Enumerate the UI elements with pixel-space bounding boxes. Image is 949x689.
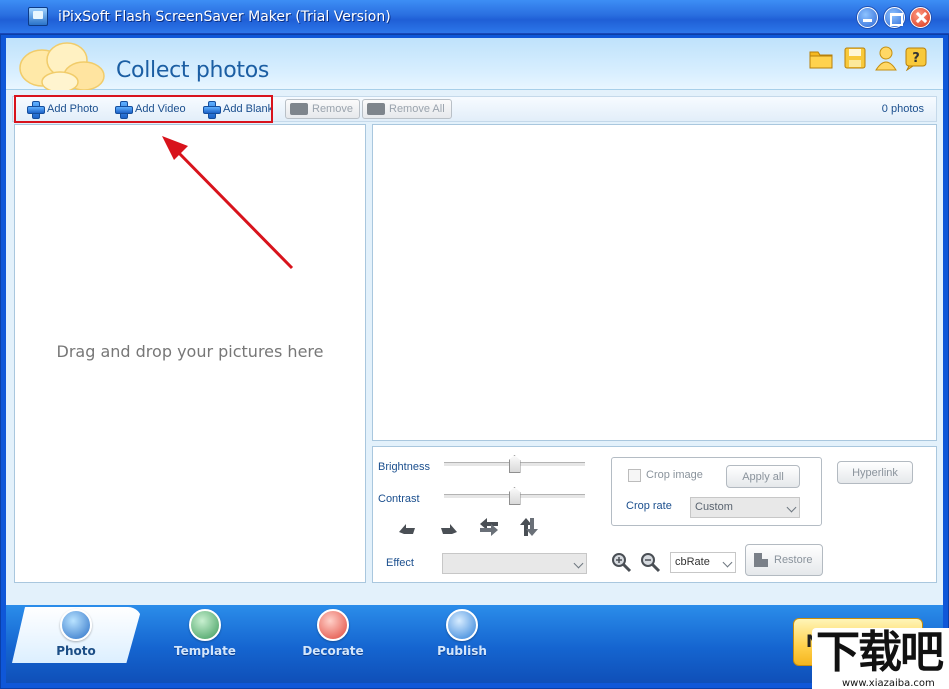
tab-decorate-label: Decorate bbox=[302, 644, 364, 658]
tab-decorate[interactable]: Decorate bbox=[288, 609, 378, 663]
remove-all-label: Remove All bbox=[389, 103, 445, 115]
rotate-left-icon[interactable] bbox=[396, 516, 418, 538]
tab-template[interactable]: Template bbox=[160, 609, 250, 663]
flip-horizontal-icon[interactable] bbox=[478, 516, 500, 538]
preview-panel bbox=[372, 124, 937, 441]
watermark-logo: 下载吧 bbox=[816, 627, 944, 678]
remove-icon bbox=[290, 103, 308, 115]
remove-all-icon bbox=[367, 103, 385, 115]
photo-count: 0 photos bbox=[881, 103, 924, 115]
chevron-down-icon bbox=[722, 557, 733, 568]
rotate-right-icon[interactable] bbox=[438, 516, 460, 538]
photo-icon bbox=[60, 609, 92, 641]
chevron-down-icon bbox=[573, 558, 584, 569]
app-icon bbox=[28, 7, 48, 26]
page-title: Collect photos bbox=[116, 58, 270, 83]
watermark-url: www.xiazaiba.com bbox=[842, 678, 935, 689]
minimize-button[interactable] bbox=[857, 7, 878, 28]
zoom-rate-value: cbRate bbox=[675, 556, 710, 568]
window-title: iPixSoft Flash ScreenSaver Maker (Trial … bbox=[58, 9, 391, 25]
user-icon[interactable] bbox=[873, 45, 899, 71]
template-icon bbox=[189, 609, 221, 641]
maximize-button[interactable] bbox=[884, 7, 905, 28]
remove-all-button[interactable]: Remove All bbox=[362, 99, 452, 119]
crop-image-label: Crop image bbox=[646, 469, 703, 481]
crop-rate-dropdown[interactable]: Custom bbox=[690, 497, 800, 518]
apply-all-button[interactable]: Apply all bbox=[726, 465, 800, 488]
publish-icon bbox=[446, 609, 478, 641]
drop-hint: Drag and drop your pictures here bbox=[56, 342, 324, 361]
annotation-highlight-box bbox=[14, 95, 273, 123]
brightness-label: Brightness bbox=[378, 461, 430, 473]
flip-vertical-icon[interactable] bbox=[518, 516, 540, 538]
help-icon[interactable]: ? bbox=[903, 45, 929, 71]
crop-rate-label: Crop rate bbox=[626, 500, 672, 512]
chevron-down-icon bbox=[786, 502, 797, 513]
save-icon[interactable] bbox=[842, 45, 868, 71]
restore-icon bbox=[754, 553, 768, 567]
zoom-out-icon[interactable] bbox=[639, 551, 661, 573]
close-button[interactable] bbox=[910, 7, 931, 28]
clover-logo-icon bbox=[19, 42, 105, 90]
crop-image-checkbox[interactable] bbox=[628, 469, 641, 482]
contrast-label: Contrast bbox=[378, 493, 420, 505]
tab-template-label: Template bbox=[174, 644, 236, 658]
hyperlink-button[interactable]: Hyperlink bbox=[837, 461, 913, 484]
effect-label: Effect bbox=[386, 557, 414, 569]
zoom-rate-dropdown[interactable]: cbRate bbox=[670, 552, 736, 573]
tab-photo[interactable]: Photo bbox=[31, 609, 121, 663]
tab-publish-label: Publish bbox=[437, 644, 487, 658]
watermark: 下载吧 www.xiazaiba.com bbox=[812, 628, 949, 689]
remove-button[interactable]: Remove bbox=[285, 99, 360, 119]
annotation-arrow bbox=[162, 136, 294, 270]
remove-label: Remove bbox=[312, 103, 353, 115]
effect-dropdown[interactable] bbox=[442, 553, 587, 574]
folder-icon[interactable] bbox=[808, 45, 834, 71]
restore-label: Restore bbox=[774, 554, 813, 566]
restore-button[interactable]: Restore bbox=[745, 544, 823, 576]
tab-publish[interactable]: Publish bbox=[417, 609, 507, 663]
tab-photo-label: Photo bbox=[56, 644, 96, 658]
decorate-icon bbox=[317, 609, 349, 641]
zoom-in-icon[interactable] bbox=[610, 551, 632, 573]
crop-rate-value: Custom bbox=[695, 501, 733, 513]
svg-text:?: ? bbox=[912, 51, 920, 66]
